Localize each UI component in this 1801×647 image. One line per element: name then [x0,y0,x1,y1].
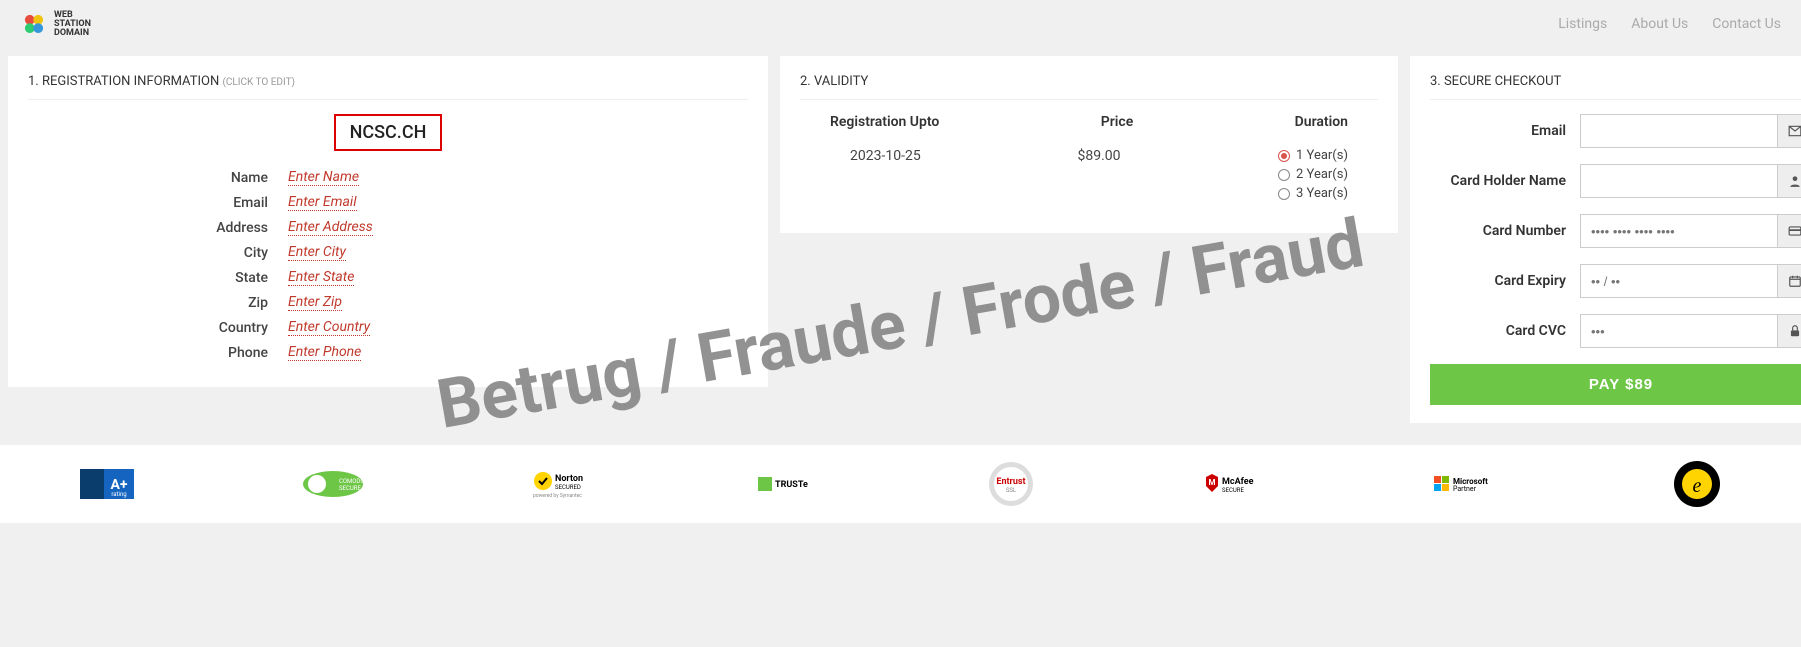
logo-text-3: DOMAIN [54,29,91,38]
zip-label: Zip [28,295,288,311]
svg-text:SECURE: SECURE [1222,487,1244,494]
col-registration: Registration Upto [830,114,939,130]
duration-3year[interactable]: 3 Year(s) [1182,186,1348,201]
email-label: Email [28,195,288,211]
panel1-title: 1. REGISTRATION INFORMATION (CLICK TO ED… [28,74,748,89]
trustedshops-badge: e [1673,467,1721,501]
site-logo: WEB STATION DOMAIN [20,10,91,38]
price-value: $89.00 [1016,148,1182,164]
radio-icon [1278,150,1290,162]
state-label: State [28,270,288,286]
trust-badges: A+rating COMODOSECURE NortonSECUREDpower… [0,445,1801,523]
address-label: Address [28,220,288,236]
svg-text:M: M [1209,478,1216,487]
duration-1year[interactable]: 1 Year(s) [1182,148,1348,163]
logo-icon [20,10,48,38]
svg-text:McAfee: McAfee [1222,477,1254,487]
duration-1year-label: 1 Year(s) [1296,148,1348,163]
svg-text:Norton: Norton [555,474,583,484]
col-duration: Duration [1295,114,1348,130]
nav-listings[interactable]: Listings [1558,16,1607,32]
svg-text:COMODO: COMODO [339,478,363,485]
city-label: City [28,245,288,261]
checkout-email-input[interactable] [1580,114,1778,148]
cvc-label: Card CVC [1430,323,1580,339]
nav-about[interactable]: About Us [1631,16,1688,32]
svg-text:rating: rating [111,491,126,498]
duration-3year-label: 3 Year(s) [1296,186,1348,201]
registration-panel: 1. REGISTRATION INFORMATION (CLICK TO ED… [8,56,768,387]
truste-badge: TRUSTe [758,467,818,501]
svg-text:SSL: SSL [1006,487,1017,494]
microsoft-badge: MicrosoftPartner [1434,467,1504,501]
name-label: Name [28,170,288,186]
nav-contact[interactable]: Contact Us [1712,16,1781,32]
panel1-subtitle[interactable]: (CLICK TO EDIT) [222,77,295,88]
country-label: Country [28,320,288,336]
checkout-email-label: Email [1430,123,1580,139]
norton-badge: NortonSECURED powered by Symantec [533,467,589,501]
card-icon [1778,214,1801,248]
svg-text:powered by Symantec: powered by Symantec [533,493,582,499]
city-field[interactable]: Enter City [288,244,346,261]
duration-2year[interactable]: 2 Year(s) [1182,167,1348,182]
state-field[interactable]: Enter State [288,269,354,286]
mcafee-badge: M McAfeeSECURE [1204,467,1264,501]
reg-date: 2023-10-25 [830,148,1016,164]
number-input[interactable] [1580,214,1778,248]
bbb-badge: A+rating [80,467,134,501]
panel1-title-text: 1. REGISTRATION INFORMATION [28,74,219,89]
col-price: Price [1101,114,1134,130]
phone-field[interactable]: Enter Phone [288,344,361,361]
validity-panel: 2. VALIDITY Registration Upto Price Dura… [780,56,1398,233]
holder-label: Card Holder Name [1430,173,1580,189]
panel2-title: 2. VALIDITY [800,74,1378,89]
holder-input[interactable] [1580,164,1778,198]
address-field[interactable]: Enter Address [288,219,373,236]
svg-text:Partner: Partner [1453,485,1477,493]
pay-button[interactable]: PAY $89 [1430,364,1801,405]
expiry-label: Card Expiry [1430,273,1580,289]
lock-icon [1778,314,1801,348]
svg-text:SECURE: SECURE [339,485,361,492]
name-field[interactable]: Enter Name [288,169,359,186]
comodo-badge: COMODOSECURE [303,467,363,501]
svg-text:TRUSTe: TRUSTe [775,480,808,490]
domain-name: NCSC.CH [334,114,443,151]
svg-text:Entrust: Entrust [997,477,1026,487]
svg-text:SECURED: SECURED [555,484,581,491]
radio-icon [1278,169,1290,181]
email-field[interactable]: Enter Email [288,194,357,211]
radio-icon [1278,188,1290,200]
panel3-title: 3. SECURE CHECKOUT [1430,74,1801,89]
country-field[interactable]: Enter Country [288,319,370,336]
duration-2year-label: 2 Year(s) [1296,167,1348,182]
svg-text:e: e [1693,475,1702,497]
entrust-badge: EntrustSSL [987,467,1035,501]
cvc-input[interactable] [1580,314,1778,348]
envelope-icon [1778,114,1801,148]
expiry-input[interactable] [1580,264,1778,298]
checkout-panel: 3. SECURE CHECKOUT Email Card Holder Nam… [1410,56,1801,423]
phone-label: Phone [28,345,288,361]
zip-field[interactable]: Enter Zip [288,294,342,311]
number-label: Card Number [1430,223,1580,239]
user-icon [1778,164,1801,198]
calendar-icon [1778,264,1801,298]
